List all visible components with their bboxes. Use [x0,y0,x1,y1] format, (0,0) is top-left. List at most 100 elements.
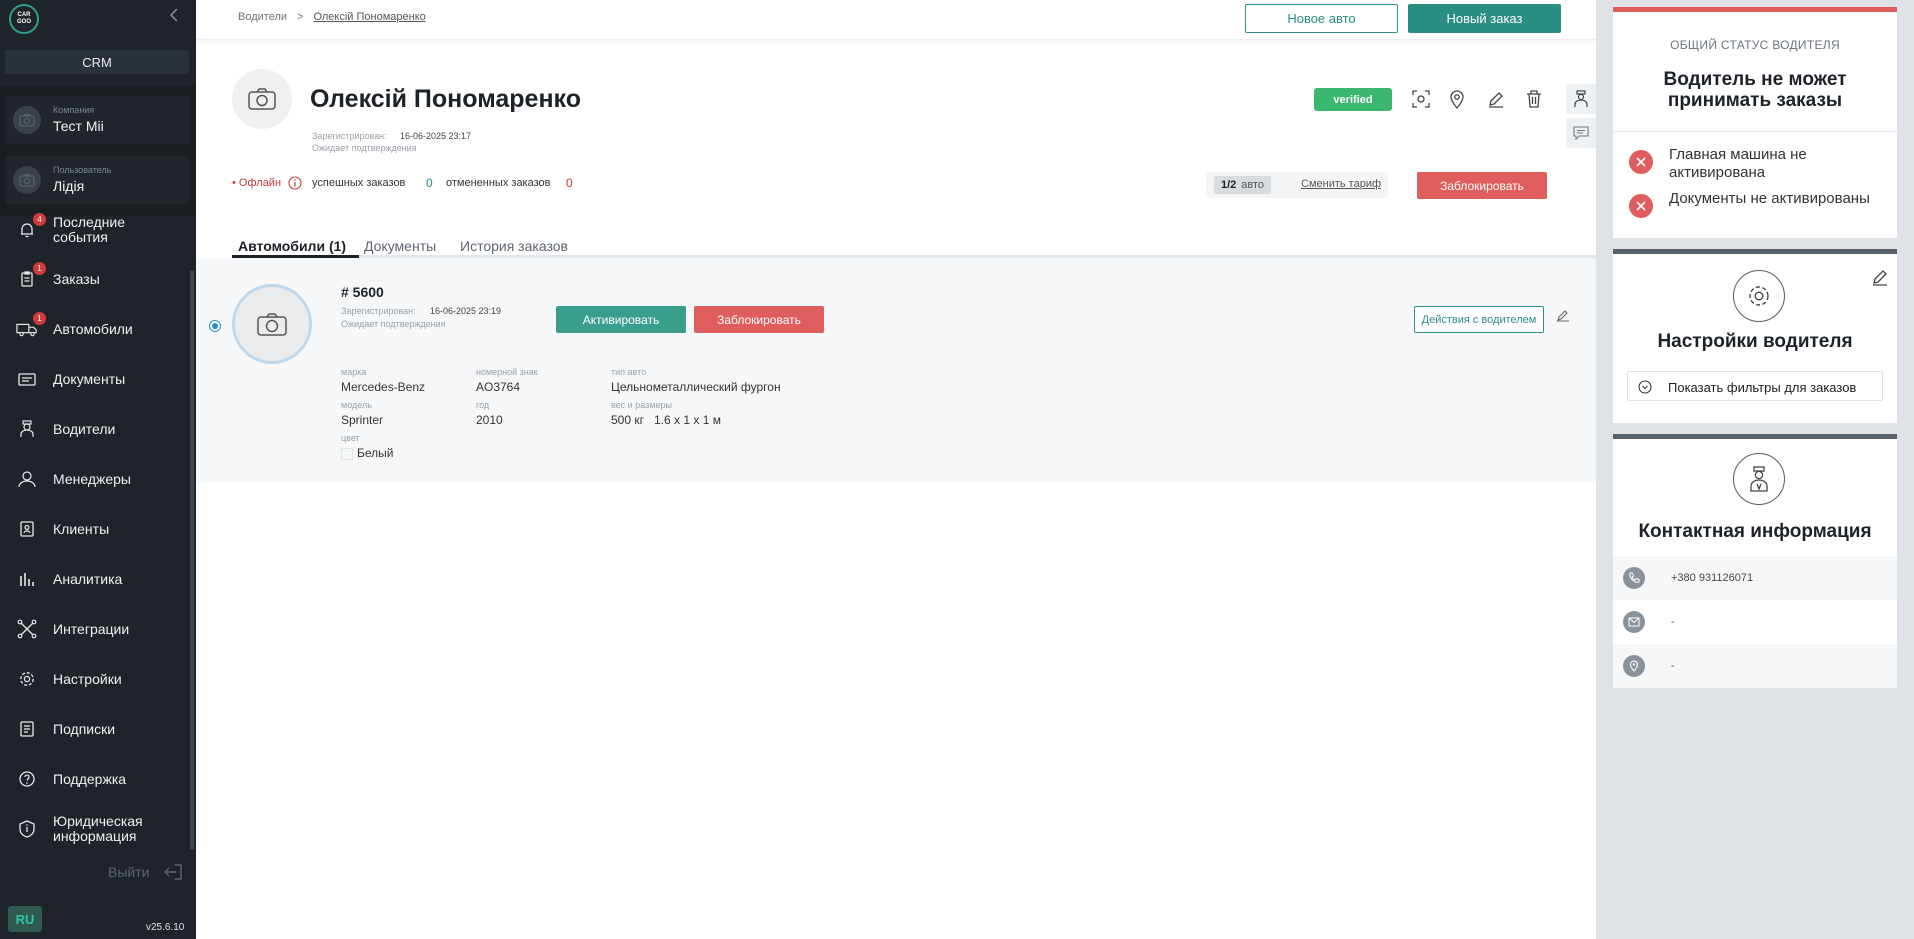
tab-documents[interactable]: Документы [364,238,436,254]
sidebar-item-settings[interactable]: Настройки [0,659,190,699]
tab-order-history[interactable]: История заказов [460,238,568,254]
sidebar-item-drivers[interactable]: Водители [0,409,190,449]
sidebar-item-documents[interactable]: Документы [0,359,190,399]
spec-year: год 2010 [476,400,503,427]
chat-side-tab-icon[interactable] [1566,118,1596,148]
spec-brand-value: Mercedes-Benz [341,380,426,394]
car-photo-camera-icon[interactable] [232,284,312,364]
show-order-filters-button[interactable]: Показать фильтры для заказов [1627,371,1883,401]
sidebar-item-label: Юридическая информация [53,813,143,844]
sidebar-item-legal[interactable]: Юридическая информация [0,809,190,849]
edit-car-pencil-icon[interactable] [1556,308,1570,327]
error-x-icon [1629,150,1653,174]
spec-model-value: Sprinter [341,413,384,427]
status-error-text: Документы не активированы [1669,190,1870,207]
edit-pencil-icon[interactable] [1485,88,1507,110]
block-car-button[interactable]: Заблокировать [694,306,824,333]
company-avatar-camera-icon [13,106,41,134]
spec-model: модель Sprinter [341,400,383,427]
successful-orders-label: успешных заказов [312,177,406,189]
contact-info-card: Контактная информация +380 931126071 - - [1613,434,1897,688]
info-icon[interactable] [288,176,302,193]
sidebar-item-orders[interactable]: 1 Заказы [0,259,190,299]
trash-icon[interactable] [1523,88,1545,110]
verified-badge: verified [1314,88,1392,111]
location-pin-icon[interactable] [1446,88,1468,110]
driver-settings-card: Настройки водителя Показать фильтры для … [1613,249,1897,423]
car-registered-label: Зарегистрирован: [341,306,416,316]
company-value: Тест Mii [53,118,104,134]
user-selector[interactable]: Пользователь Лідія [5,156,189,204]
sidebar-item-subscriptions[interactable]: Подписки [0,709,190,749]
tab-cars[interactable]: Автомобили (1) [238,238,346,254]
main-content: Водители > Олексій Пономаренко Новое авто … [196,0,1596,939]
car-await-text: Ожидает подтверждения [341,319,446,329]
sidebar-item-label: Заказы [53,270,100,287]
tariff-unit: авто [1241,179,1265,191]
new-car-button[interactable]: Новое авто [1245,4,1398,33]
breadcrumb-root[interactable]: Водители [238,11,287,23]
sidebar-scrollbar[interactable] [190,270,194,850]
logo[interactable]: CAR GOO [9,4,39,34]
contact-email-row[interactable]: - [1613,600,1897,644]
contact-phone-row[interactable]: +380 931126071 [1613,556,1897,600]
spec-plate-value: AO3764 [476,380,521,394]
spec-brand-label: марка [341,367,367,377]
user-avatar-camera-icon [13,166,41,194]
contact-card-title: Контактная информация [1638,521,1872,542]
driver-actions-button[interactable]: Действия с водителем [1414,306,1544,333]
chevron-down-circle-icon [1638,380,1652,399]
tariff-box: 1/2 авто Сменить тариф [1206,172,1388,198]
contact-address-value: - [1671,660,1675,672]
spec-model-label: модель [341,400,372,410]
subscriptions-icon [16,718,38,740]
events-badge: 4 [33,213,46,226]
activate-car-button[interactable]: Активировать [556,306,686,333]
spec-type-label: тип авто [611,367,647,377]
company-selector[interactable]: Компания Тест Mii [5,96,189,144]
analytics-icon [16,568,38,590]
sidebar-item-analytics[interactable]: Аналитика [0,559,190,599]
sidebar-item-integrations[interactable]: Интеграции [0,609,190,649]
sidebar-item-label: Менеджеры [53,470,131,487]
sidebar-item-label: Аналитика [53,570,123,587]
logout-icon[interactable] [162,862,184,882]
scan-icon[interactable] [1410,88,1432,110]
spec-weight-value: 500 кг [611,413,644,427]
email-icon [1623,611,1645,633]
main-car-radio[interactable] [209,320,221,332]
logout-label[interactable]: Выйти [108,864,149,880]
sidebar-item-cars[interactable]: 1 Автомобили [0,309,190,349]
sidebar-item-label: Интеграции [53,620,130,637]
status-offline: • Офлайн [232,177,282,189]
driver-side-tab[interactable] [1566,84,1596,114]
account-block: Компания Тест Mii Пользователь Лідія [0,86,196,216]
spec-weight: вес и размеры 500 кг 1.6 x 1 x 1 м [611,400,721,427]
sidebar-item-label: Последние события [53,214,126,245]
new-order-button[interactable]: Новый заказ [1408,4,1561,33]
contact-email-value: - [1671,616,1675,628]
crm-label[interactable]: CRM [5,50,189,74]
edit-settings-pencil-icon[interactable] [1871,268,1889,291]
spec-plate: номерной знак AO3764 [476,367,538,394]
tariff-pill: 1/2 авто [1214,176,1272,194]
breadcrumb: Водители > Олексій Пономаренко [238,11,426,23]
sidebar-item-managers[interactable]: Менеджеры [0,459,190,499]
driver-await-text: Ожидает подтверждения [312,143,417,153]
collapse-sidebar-icon[interactable] [166,6,184,24]
driver-photo-camera-icon[interactable] [232,69,292,129]
language-switch[interactable]: RU [8,906,42,932]
sidebar-item-clients[interactable]: Клиенты [0,509,190,549]
status-divider [1613,131,1897,132]
sidebar-item-events[interactable]: 4 Последние события [0,210,190,250]
contact-address-row[interactable]: - [1613,644,1897,688]
sidebar-item-support[interactable]: Поддержка [0,759,190,799]
help-icon [16,768,38,790]
tariff-count: 1/2 [1221,179,1237,191]
change-tariff-link[interactable]: Сменить тариф [1301,178,1381,190]
breadcrumb-current[interactable]: Олексій Пономаренко [313,11,425,23]
status-card-title: Водитель не может принимать заказы [1663,69,1847,111]
block-driver-button[interactable]: Заблокировать [1417,172,1547,199]
integrations-icon [16,618,38,640]
sidebar-item-label: Клиенты [53,520,110,537]
